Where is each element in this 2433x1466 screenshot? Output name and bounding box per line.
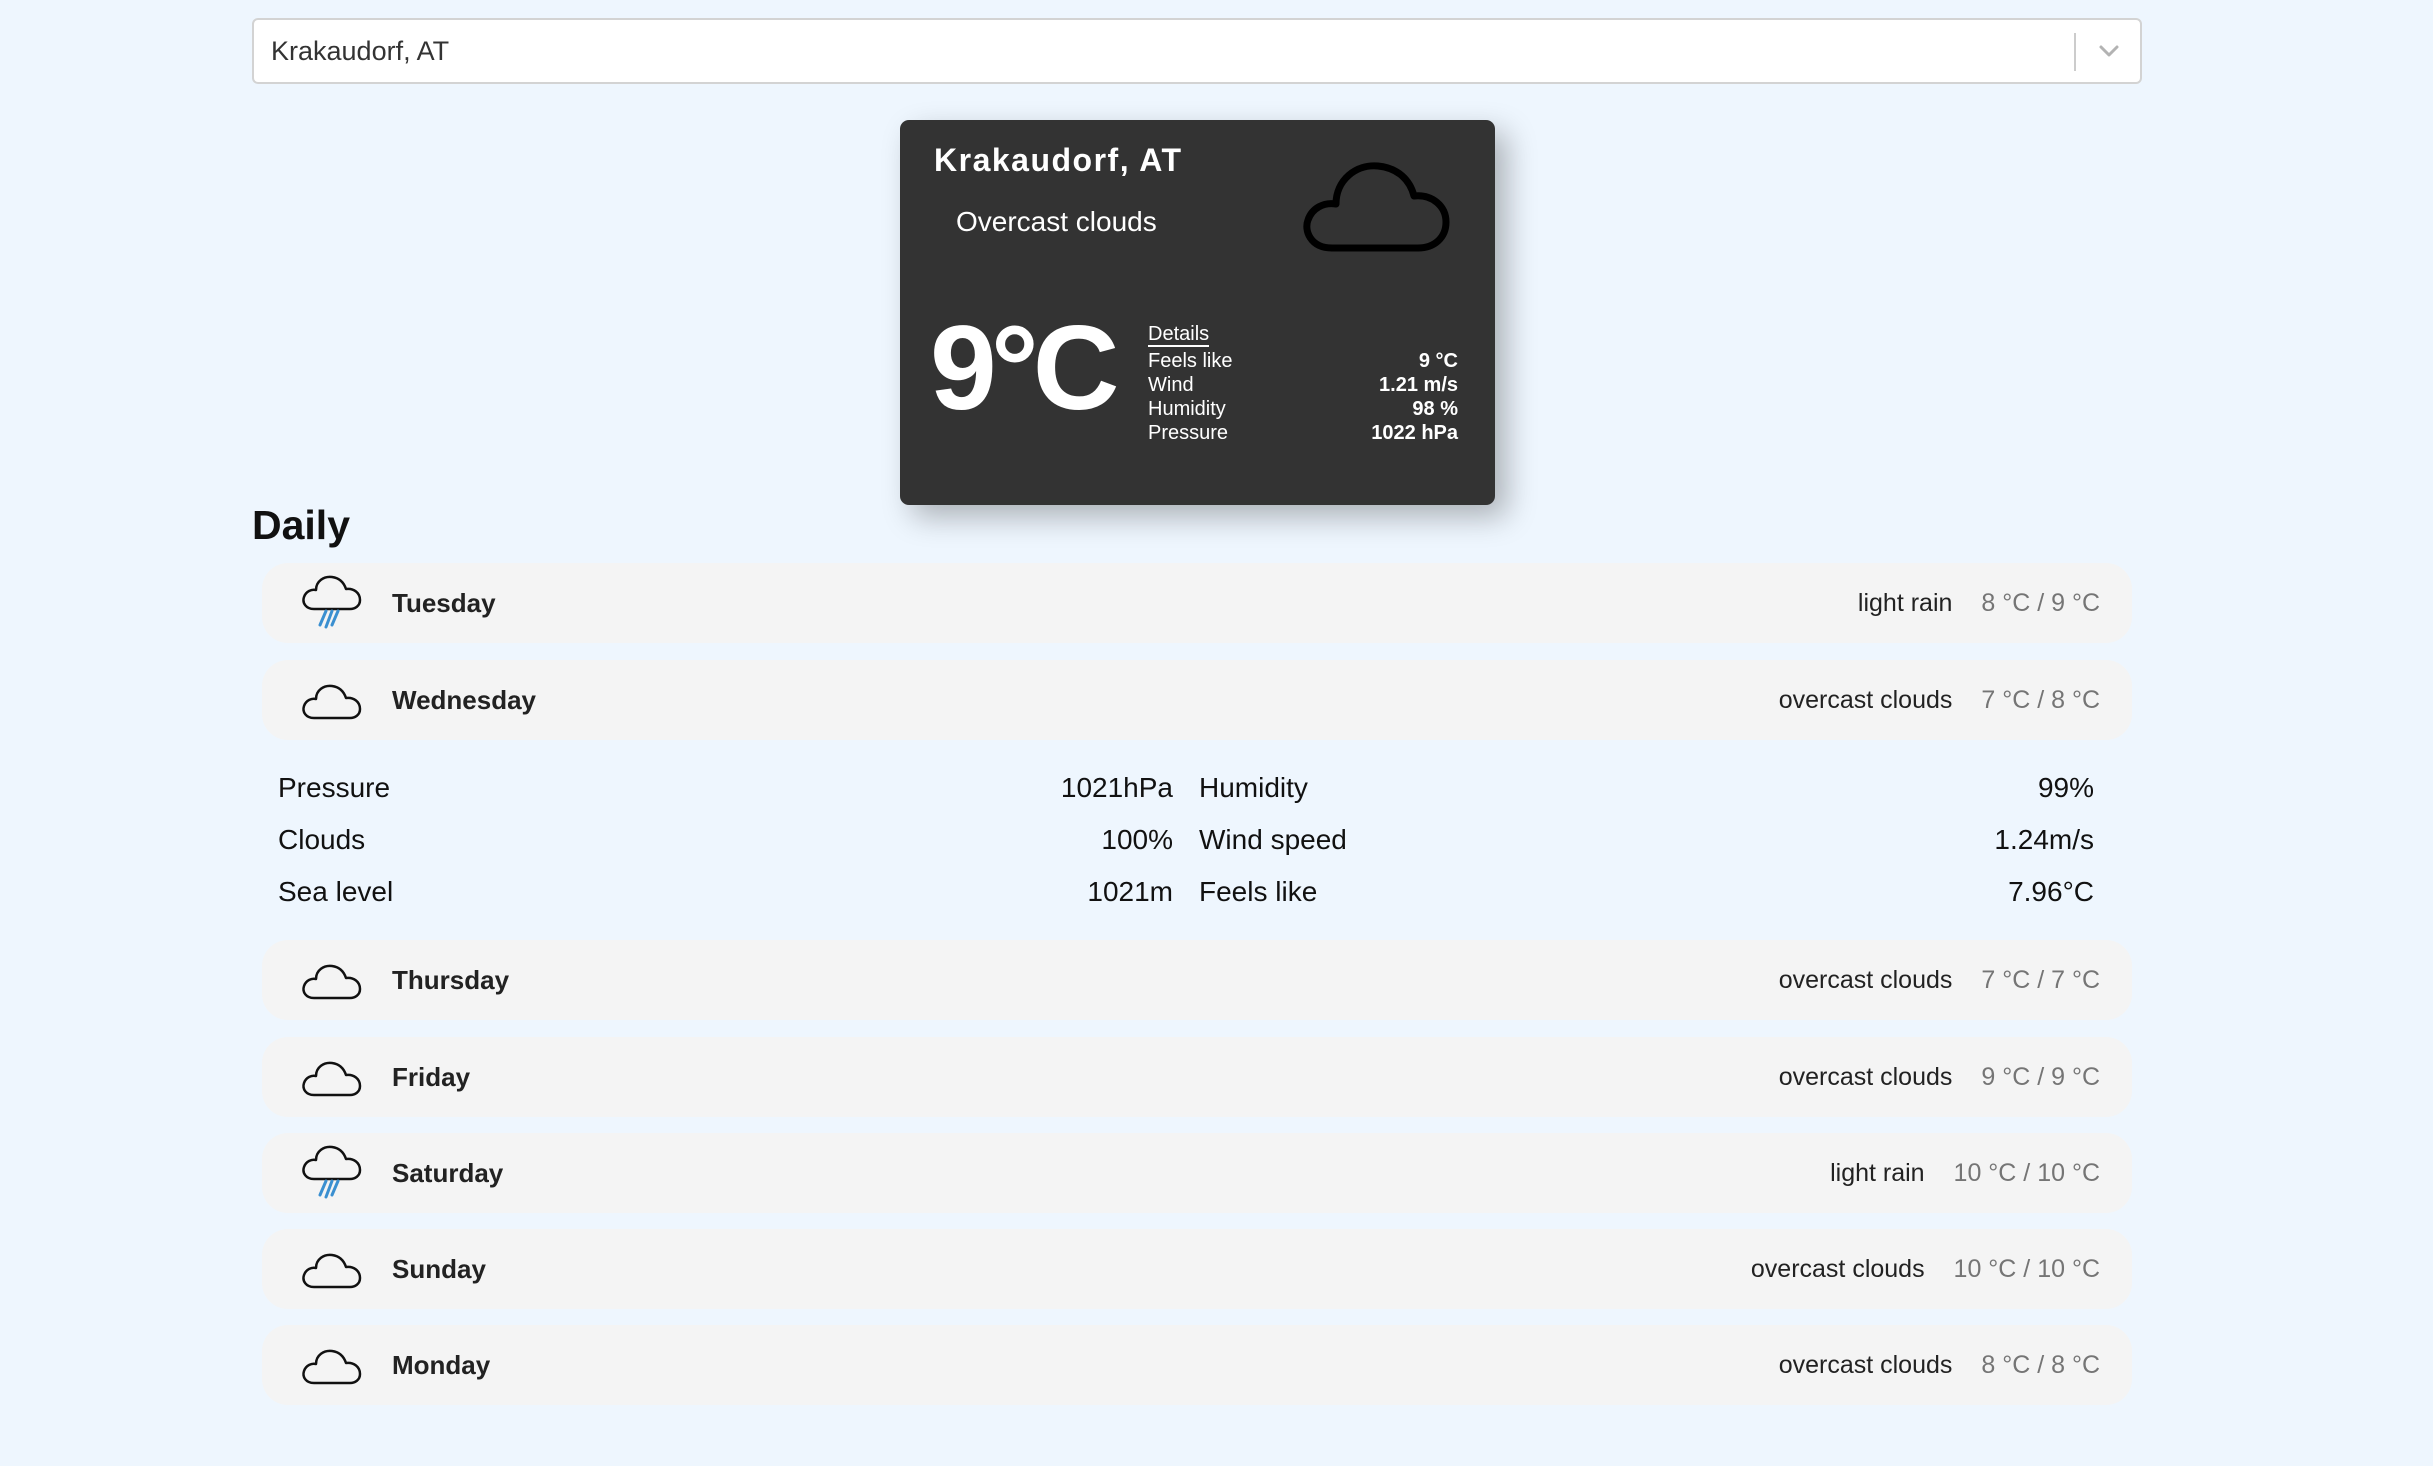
cloud-icon [302, 1349, 362, 1385]
day-summary: overcast clouds 7 °C / 8 °C [1779, 660, 2100, 740]
detail-label: Pressure [1148, 422, 1229, 444]
day-summary: overcast clouds 9 °C / 9 °C [1779, 1037, 2100, 1117]
day-name: Monday [392, 1350, 491, 1380]
detail-label: Humidity [1148, 398, 1226, 420]
day-temperature-range: 7 °C / 7 °C [1981, 966, 2100, 994]
cloud-icon [302, 1253, 362, 1289]
detail-label: Wind [1148, 374, 1194, 396]
expanded-detail-feels-like: Feels like 7.96°C [1199, 866, 2094, 918]
detail-row-humidity: Humidity 98 % [1148, 397, 1458, 421]
detail-value: 9 °C [1418, 350, 1458, 372]
day-temperature-range: 8 °C / 9 °C [1981, 589, 2100, 617]
day-name: Tuesday [392, 588, 496, 618]
expanded-detail-label: Clouds [278, 824, 366, 855]
day-name: Friday [392, 1062, 471, 1092]
expanded-detail-clouds: Clouds 100% [278, 814, 1173, 866]
day-temperature-range: 9 °C / 9 °C [1981, 1063, 2100, 1091]
day-description: overcast clouds [1750, 1255, 1925, 1283]
detail-row-pressure: Pressure 1022 hPa [1148, 421, 1458, 445]
expanded-detail-value: 100% [1101, 824, 1173, 855]
expanded-detail-label: Feels like [1199, 876, 1318, 907]
rain-cloud-icon [302, 575, 362, 629]
current-details: Details Feels like 9 °C Wind 1.21 m/s Hu… [1148, 323, 1458, 445]
day-temperature-range: 10 °C / 10 °C [1953, 1255, 2100, 1283]
chevron-down-icon[interactable] [2094, 36, 2124, 66]
daily-title: Daily [252, 502, 350, 548]
day-summary: light rain 10 °C / 10 °C [1830, 1133, 2100, 1213]
expanded-detail-value: 1.24m/s [1994, 824, 2094, 855]
cloud-icon [302, 1061, 362, 1097]
detail-value: 1.21 m/s [1379, 374, 1458, 396]
day-description: overcast clouds [1778, 1351, 1953, 1379]
day-description: overcast clouds [1778, 686, 1953, 714]
search-separator [2074, 33, 2076, 71]
day-summary: overcast clouds 10 °C / 10 °C [1751, 1229, 2100, 1309]
expanded-detail-humidity: Humidity 99% [1199, 762, 2094, 814]
expanded-detail-value: 1021hPa [1060, 772, 1173, 803]
day-row-tuesday[interactable]: Tuesday light rain 8 °C / 9 °C [262, 563, 2132, 643]
day-description: overcast clouds [1778, 966, 1953, 994]
day-row-sunday[interactable]: Sunday overcast clouds 10 °C / 10 °C [262, 1229, 2132, 1309]
expanded-detail-sea-level: Sea level 1021m [278, 866, 1173, 918]
expanded-detail-label: Pressure [278, 772, 391, 803]
day-summary: overcast clouds 7 °C / 7 °C [1779, 940, 2100, 1020]
expanded-detail-pressure: Pressure 1021hPa [278, 762, 1173, 814]
day-temperature-range: 7 °C / 8 °C [1981, 686, 2100, 714]
day-name: Sunday [392, 1254, 486, 1284]
expanded-detail-label: Sea level [278, 876, 394, 907]
expanded-detail-value: 7.96°C [2008, 876, 2094, 907]
day-summary: light rain 8 °C / 9 °C [1858, 563, 2100, 643]
expanded-detail-label: Humidity [1199, 772, 1308, 803]
details-title: Details [1148, 323, 1210, 347]
day-row-wednesday[interactable]: Wednesday overcast clouds 7 °C / 8 °C [262, 660, 2132, 740]
detail-row-feels-like: Feels like 9 °C [1148, 349, 1458, 373]
day-description: light rain [1830, 1159, 1925, 1187]
cloud-icon [1303, 162, 1450, 252]
detail-label: Feels like [1148, 350, 1233, 372]
expanded-detail-value: 99% [2037, 772, 2094, 803]
day-name: Thursday [392, 965, 510, 995]
detail-row-wind: Wind 1.21 m/s [1148, 373, 1458, 397]
day-row-monday[interactable]: Monday overcast clouds 8 °C / 8 °C [262, 1325, 2132, 1405]
current-city: Krakaudorf, AT [934, 142, 1183, 178]
current-weather-card: Krakaudorf, AT Overcast clouds 9°C Detai… [900, 120, 1495, 505]
location-search-select[interactable]: Krakaudorf, AT [252, 18, 2142, 84]
day-row-friday[interactable]: Friday overcast clouds 9 °C / 9 °C [262, 1037, 2132, 1117]
day-name: Wednesday [392, 685, 537, 715]
current-temperature: 9°C [930, 301, 1119, 435]
search-selected-value[interactable]: Krakaudorf, AT [271, 20, 449, 82]
detail-value: 98 % [1412, 398, 1458, 420]
expanded-detail-value: 1021m [1087, 876, 1173, 907]
cloud-icon [302, 964, 362, 1000]
cloud-icon [302, 684, 362, 720]
rain-cloud-icon [302, 1145, 362, 1199]
expanded-detail-label: Wind speed [1199, 824, 1347, 855]
detail-value: 1022 hPa [1371, 422, 1458, 444]
day-expanded-details: Pressure 1021hPa Humidity 99% Clouds 100… [278, 762, 2116, 922]
day-row-thursday[interactable]: Thursday overcast clouds 7 °C / 7 °C [262, 940, 2132, 1020]
day-description: light rain [1857, 589, 1953, 617]
current-description: Overcast clouds [956, 206, 1157, 237]
day-summary: overcast clouds 8 °C / 8 °C [1779, 1325, 2100, 1405]
day-description: overcast clouds [1778, 1063, 1953, 1091]
day-temperature-range: 10 °C / 10 °C [1953, 1159, 2100, 1187]
day-temperature-range: 8 °C / 8 °C [1981, 1351, 2100, 1379]
expanded-detail-wind-speed: Wind speed 1.24m/s [1199, 814, 2094, 866]
day-name: Saturday [392, 1158, 504, 1188]
day-row-saturday[interactable]: Saturday light rain 10 °C / 10 °C [262, 1133, 2132, 1213]
